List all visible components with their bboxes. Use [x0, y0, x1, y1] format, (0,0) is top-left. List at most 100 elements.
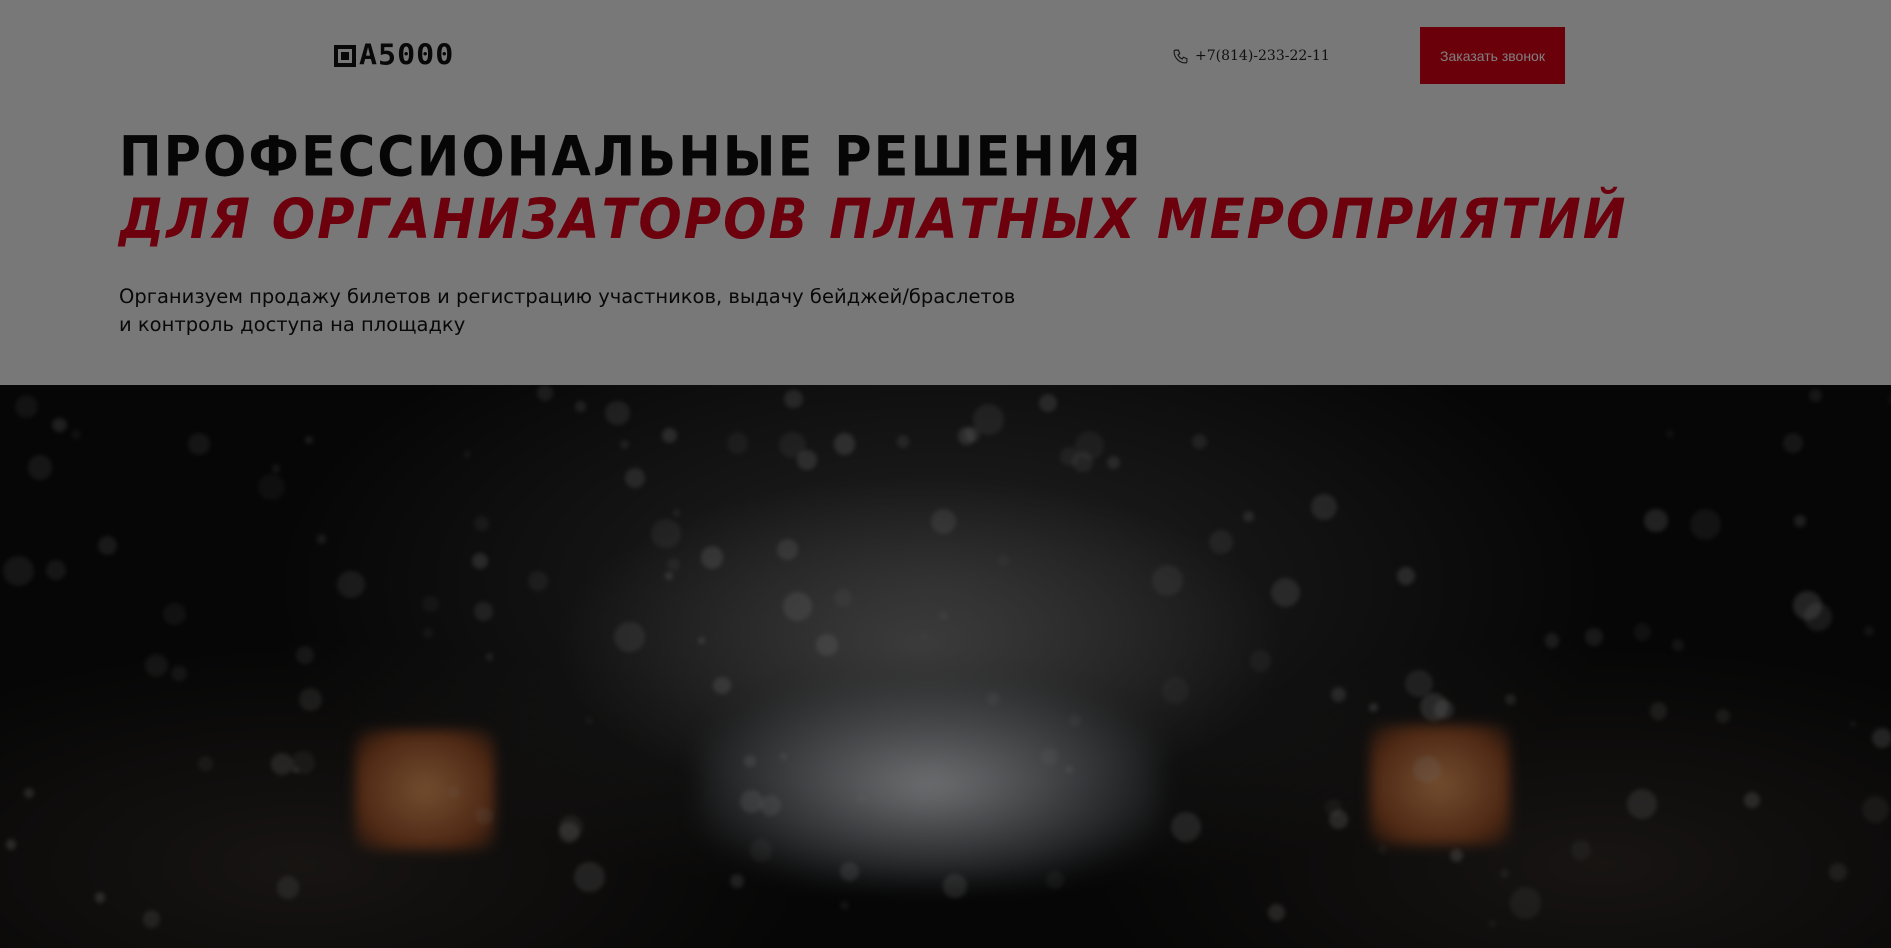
bokeh-dot: [744, 755, 756, 767]
bokeh-dot: [1666, 429, 1675, 438]
bokeh-dot: [930, 509, 956, 535]
bokeh-dot: [1434, 699, 1454, 719]
bokeh-dot: [666, 558, 681, 572]
bokeh-dot: [1783, 433, 1804, 453]
bokeh-dot: [651, 518, 681, 548]
bokeh-dot: [574, 861, 605, 893]
bokeh-dot: [726, 432, 749, 454]
phone-number[interactable]: +7(814)-233-22-11: [1195, 48, 1330, 64]
bokeh-dot: [1208, 529, 1234, 555]
bokeh-dot: [833, 589, 852, 608]
bokeh-dot: [1489, 920, 1497, 928]
bokeh-dot: [52, 417, 67, 433]
phone-contact[interactable]: +7(814)-233-22-11: [1172, 45, 1330, 67]
bokeh-dot: [1828, 863, 1847, 882]
bokeh-dot: [1671, 639, 1685, 652]
bokeh-dot: [776, 538, 799, 560]
bokeh-dot: [337, 570, 365, 599]
bokeh-dot: [815, 633, 838, 656]
bokeh-dot: [98, 535, 118, 555]
bokeh-dot: [921, 632, 928, 639]
bokeh-dot: [1510, 887, 1542, 919]
bokeh-dot: [94, 892, 106, 903]
bokeh-dot: [1170, 811, 1201, 842]
bokeh-dot: [620, 440, 630, 449]
bokeh-dot: [291, 750, 315, 774]
title-line-1: Профессиональные решения: [119, 125, 1143, 190]
bokeh-dot: [171, 665, 187, 682]
bokeh-dot: [661, 428, 678, 444]
bokeh-dot: [1863, 625, 1875, 637]
bokeh-dot: [1040, 747, 1058, 765]
bokeh-dot: [1270, 577, 1300, 608]
bokeh-dot: [784, 389, 803, 408]
subtitle-line-1: Организуем продажу билетов и регистрацию…: [119, 285, 1016, 308]
bokeh-dot: [24, 788, 34, 798]
bokeh-dot: [1249, 650, 1272, 672]
bokeh-dot: [276, 876, 300, 899]
logo-text: A5000: [359, 38, 455, 73]
bokeh-dot: [1412, 755, 1441, 784]
bokeh-dot: [1644, 509, 1668, 533]
bokeh-dot: [1499, 868, 1510, 879]
bokeh-dot: [700, 546, 724, 569]
hero-subtitle: Организуем продажу билетов и регистрацию…: [119, 283, 1019, 339]
bokeh-dot: [1397, 567, 1415, 586]
bokeh-dot: [463, 450, 471, 458]
bokeh-dot: [5, 839, 16, 850]
bokeh-dot: [296, 645, 315, 664]
bokeh-dot: [70, 429, 82, 440]
bokeh-dot: [1107, 456, 1121, 470]
bokeh-dot: [783, 592, 812, 621]
bokeh-dot: [986, 692, 1000, 705]
bokeh-dot: [473, 515, 490, 532]
bokeh-dot: [1850, 721, 1857, 728]
bokeh-dot: [1046, 871, 1065, 889]
bokeh-dot: [614, 621, 646, 653]
bokeh-dot: [834, 433, 856, 455]
bokeh-dot: [1377, 844, 1387, 854]
bokeh-dot: [14, 394, 38, 418]
bokeh-dot: [1066, 766, 1073, 773]
bokeh-dot: [624, 467, 645, 489]
bokeh-dot: [1627, 788, 1658, 819]
bokeh-dot: [271, 753, 293, 775]
bokeh-dot: [45, 559, 66, 581]
title-line-2: для организаторов платных мероприятий: [119, 188, 1628, 253]
bokeh-dot: [527, 571, 548, 592]
logo[interactable]: A5000: [334, 38, 455, 73]
bokeh-dot: [665, 572, 673, 580]
bokeh-dot: [1794, 514, 1807, 527]
bokeh-dot: [1744, 792, 1761, 808]
bokeh-dot: [1310, 493, 1337, 521]
bokeh-dot: [472, 553, 489, 570]
bokeh-dot: [1570, 840, 1591, 861]
page-title: Профессиональные решения для организатор…: [119, 125, 1628, 253]
bokeh-dot: [997, 555, 1010, 567]
bokeh-dot: [1633, 623, 1652, 641]
order-call-button[interactable]: Заказать звонок: [1420, 27, 1565, 84]
bokeh-dot: [305, 436, 314, 444]
bokeh-dot: [485, 653, 494, 661]
bokeh-dot: [142, 910, 161, 928]
bokeh-dot: [1243, 510, 1255, 522]
bokeh-dot: [779, 752, 787, 760]
bokeh-dot: [558, 822, 580, 843]
bokeh-dot: [1449, 848, 1463, 862]
phone-icon: [1173, 49, 1188, 63]
bokeh-dot: [422, 595, 439, 613]
bokeh-dot: [749, 839, 772, 862]
bokeh-dot: [1368, 702, 1379, 713]
bokeh-dot: [1861, 795, 1890, 824]
bokeh-dot: [965, 427, 980, 442]
bokeh-dot: [272, 464, 281, 473]
bokeh-dot: [1161, 676, 1189, 704]
bokeh-dot: [840, 901, 850, 911]
bokeh-dot: [1689, 508, 1721, 540]
bokeh-dot: [943, 874, 967, 898]
bokeh-dot: [713, 676, 731, 694]
bokeh-dot: [1871, 727, 1891, 749]
bokeh-dot: [198, 756, 213, 771]
bokeh-dot: [423, 628, 433, 638]
bokeh-dot: [697, 637, 706, 645]
